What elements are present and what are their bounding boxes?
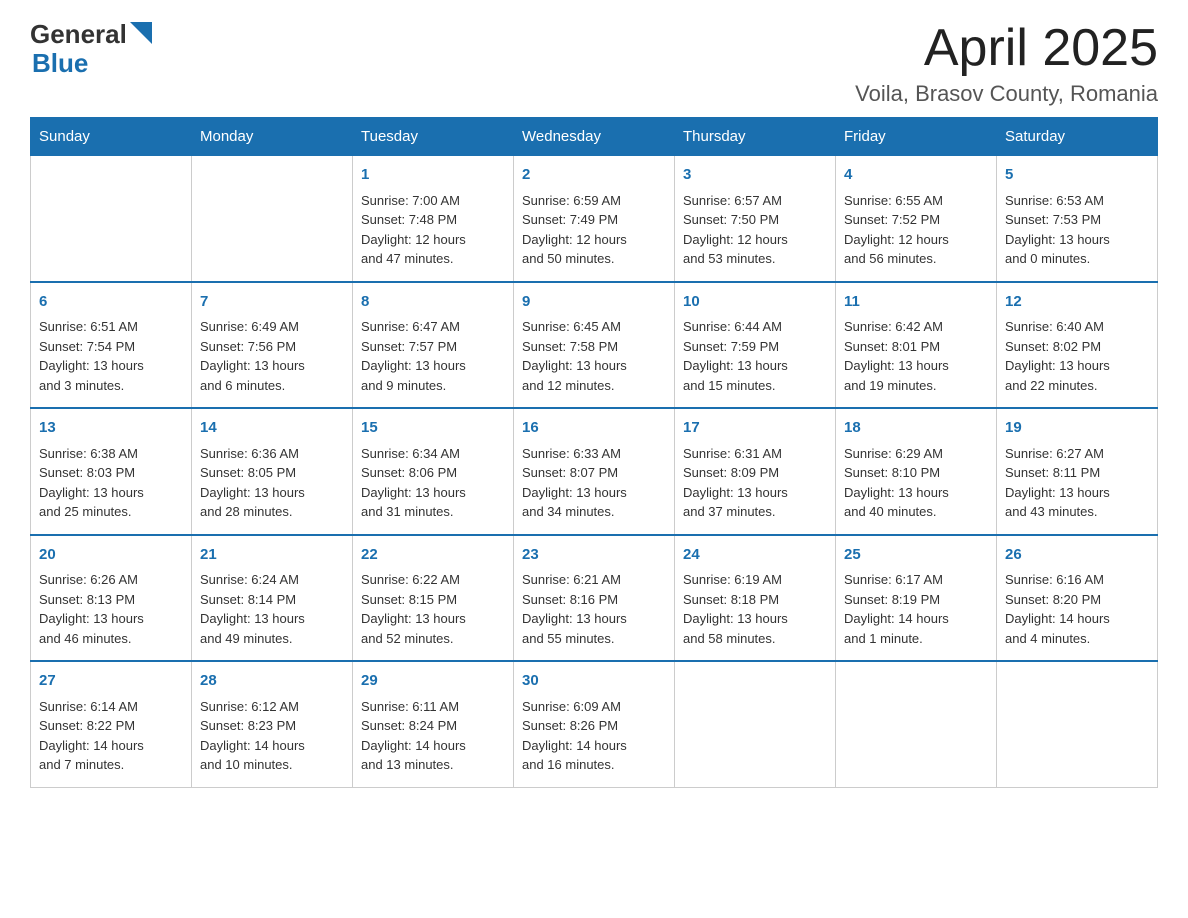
day-number: 16 <box>522 417 666 440</box>
day-number: 29 <box>361 670 505 693</box>
calendar-cell: 4Sunrise: 6:55 AMSunset: 7:52 PMDaylight… <box>836 156 997 282</box>
day-number: 17 <box>683 417 827 440</box>
calendar-header-row: SundayMondayTuesdayWednesdayThursdayFrid… <box>31 118 1158 156</box>
day-number: 20 <box>39 544 183 567</box>
calendar-cell <box>192 156 353 282</box>
calendar-cell: 2Sunrise: 6:59 AMSunset: 7:49 PMDaylight… <box>514 156 675 282</box>
day-number: 21 <box>200 544 344 567</box>
calendar-week-row: 13Sunrise: 6:38 AMSunset: 8:03 PMDayligh… <box>31 408 1158 535</box>
calendar-cell: 18Sunrise: 6:29 AMSunset: 8:10 PMDayligh… <box>836 408 997 535</box>
logo-arrow-icon <box>130 22 152 44</box>
calendar-cell: 8Sunrise: 6:47 AMSunset: 7:57 PMDaylight… <box>353 282 514 409</box>
logo: General Blue <box>30 20 152 77</box>
calendar-cell: 6Sunrise: 6:51 AMSunset: 7:54 PMDaylight… <box>31 282 192 409</box>
calendar-cell: 17Sunrise: 6:31 AMSunset: 8:09 PMDayligh… <box>675 408 836 535</box>
day-number: 10 <box>683 291 827 314</box>
weekday-header-sunday: Sunday <box>31 118 192 156</box>
day-number: 19 <box>1005 417 1149 440</box>
day-number: 30 <box>522 670 666 693</box>
day-number: 1 <box>361 164 505 187</box>
weekday-header-friday: Friday <box>836 118 997 156</box>
day-number: 13 <box>39 417 183 440</box>
day-number: 11 <box>844 291 988 314</box>
logo-blue: Blue <box>32 49 152 78</box>
day-number: 14 <box>200 417 344 440</box>
calendar-cell: 30Sunrise: 6:09 AMSunset: 8:26 PMDayligh… <box>514 661 675 787</box>
month-title: April 2025 <box>855 20 1158 77</box>
calendar-cell: 14Sunrise: 6:36 AMSunset: 8:05 PMDayligh… <box>192 408 353 535</box>
calendar-cell: 3Sunrise: 6:57 AMSunset: 7:50 PMDaylight… <box>675 156 836 282</box>
calendar-cell: 7Sunrise: 6:49 AMSunset: 7:56 PMDaylight… <box>192 282 353 409</box>
day-number: 22 <box>361 544 505 567</box>
calendar-cell: 12Sunrise: 6:40 AMSunset: 8:02 PMDayligh… <box>997 282 1158 409</box>
logo-general: General <box>30 20 127 49</box>
calendar-cell: 26Sunrise: 6:16 AMSunset: 8:20 PMDayligh… <box>997 535 1158 662</box>
calendar-cell <box>997 661 1158 787</box>
day-number: 24 <box>683 544 827 567</box>
day-number: 12 <box>1005 291 1149 314</box>
day-number: 3 <box>683 164 827 187</box>
calendar-cell: 5Sunrise: 6:53 AMSunset: 7:53 PMDaylight… <box>997 156 1158 282</box>
page-header: General Blue April 2025 Voila, Brasov Co… <box>30 20 1158 107</box>
calendar-week-row: 1Sunrise: 7:00 AMSunset: 7:48 PMDaylight… <box>31 156 1158 282</box>
location-title: Voila, Brasov County, Romania <box>855 81 1158 107</box>
title-block: April 2025 Voila, Brasov County, Romania <box>855 20 1158 107</box>
day-number: 2 <box>522 164 666 187</box>
day-number: 26 <box>1005 544 1149 567</box>
day-number: 9 <box>522 291 666 314</box>
calendar-cell: 16Sunrise: 6:33 AMSunset: 8:07 PMDayligh… <box>514 408 675 535</box>
calendar-cell <box>836 661 997 787</box>
calendar-cell: 10Sunrise: 6:44 AMSunset: 7:59 PMDayligh… <box>675 282 836 409</box>
calendar-cell: 28Sunrise: 6:12 AMSunset: 8:23 PMDayligh… <box>192 661 353 787</box>
calendar-cell: 27Sunrise: 6:14 AMSunset: 8:22 PMDayligh… <box>31 661 192 787</box>
day-number: 15 <box>361 417 505 440</box>
calendar-cell: 1Sunrise: 7:00 AMSunset: 7:48 PMDaylight… <box>353 156 514 282</box>
calendar-cell: 13Sunrise: 6:38 AMSunset: 8:03 PMDayligh… <box>31 408 192 535</box>
day-number: 18 <box>844 417 988 440</box>
calendar-cell: 23Sunrise: 6:21 AMSunset: 8:16 PMDayligh… <box>514 535 675 662</box>
weekday-header-wednesday: Wednesday <box>514 118 675 156</box>
calendar-cell: 11Sunrise: 6:42 AMSunset: 8:01 PMDayligh… <box>836 282 997 409</box>
day-number: 28 <box>200 670 344 693</box>
weekday-header-thursday: Thursday <box>675 118 836 156</box>
calendar-cell <box>31 156 192 282</box>
calendar-cell: 20Sunrise: 6:26 AMSunset: 8:13 PMDayligh… <box>31 535 192 662</box>
calendar-cell: 15Sunrise: 6:34 AMSunset: 8:06 PMDayligh… <box>353 408 514 535</box>
day-number: 6 <box>39 291 183 314</box>
weekday-header-tuesday: Tuesday <box>353 118 514 156</box>
day-number: 4 <box>844 164 988 187</box>
day-number: 5 <box>1005 164 1149 187</box>
calendar-cell: 29Sunrise: 6:11 AMSunset: 8:24 PMDayligh… <box>353 661 514 787</box>
day-number: 25 <box>844 544 988 567</box>
calendar-table: SundayMondayTuesdayWednesdayThursdayFrid… <box>30 117 1158 788</box>
calendar-week-row: 6Sunrise: 6:51 AMSunset: 7:54 PMDaylight… <box>31 282 1158 409</box>
calendar-cell: 19Sunrise: 6:27 AMSunset: 8:11 PMDayligh… <box>997 408 1158 535</box>
calendar-week-row: 20Sunrise: 6:26 AMSunset: 8:13 PMDayligh… <box>31 535 1158 662</box>
calendar-cell: 21Sunrise: 6:24 AMSunset: 8:14 PMDayligh… <box>192 535 353 662</box>
day-number: 7 <box>200 291 344 314</box>
calendar-cell <box>675 661 836 787</box>
calendar-cell: 25Sunrise: 6:17 AMSunset: 8:19 PMDayligh… <box>836 535 997 662</box>
day-number: 23 <box>522 544 666 567</box>
calendar-week-row: 27Sunrise: 6:14 AMSunset: 8:22 PMDayligh… <box>31 661 1158 787</box>
day-number: 8 <box>361 291 505 314</box>
calendar-cell: 24Sunrise: 6:19 AMSunset: 8:18 PMDayligh… <box>675 535 836 662</box>
day-number: 27 <box>39 670 183 693</box>
weekday-header-monday: Monday <box>192 118 353 156</box>
calendar-cell: 22Sunrise: 6:22 AMSunset: 8:15 PMDayligh… <box>353 535 514 662</box>
calendar-cell: 9Sunrise: 6:45 AMSunset: 7:58 PMDaylight… <box>514 282 675 409</box>
weekday-header-saturday: Saturday <box>997 118 1158 156</box>
